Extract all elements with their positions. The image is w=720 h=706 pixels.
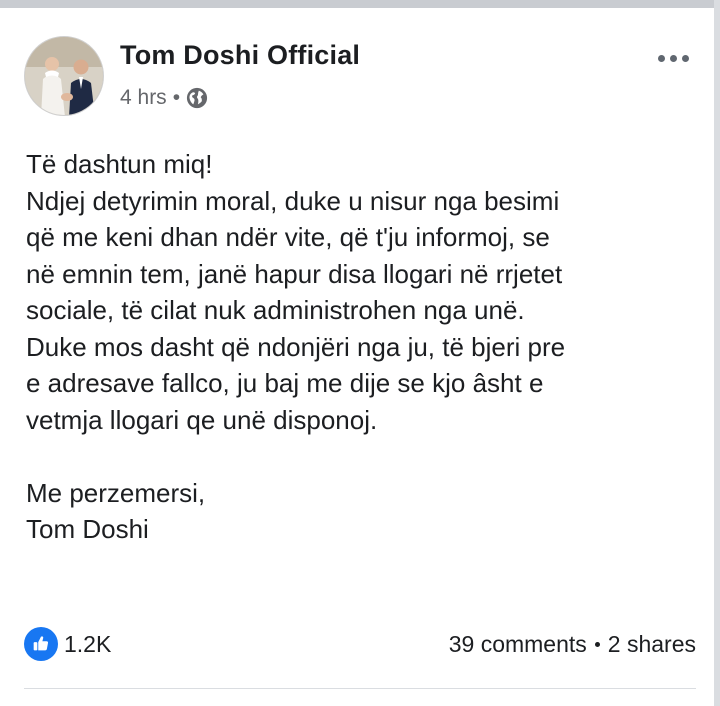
more-horizontal-icon (657, 54, 665, 62)
post-text: Të dashtun miq! Ndjej detyrimin moral, d… (26, 146, 696, 548)
top-strip (0, 0, 720, 8)
post-line: e adresave fallco, ju baj me dije se kjo… (26, 368, 544, 398)
comments-link[interactable]: 39 comments (449, 631, 587, 658)
post-line: që me keni dhan ndër vite, që t'ju infor… (26, 222, 550, 252)
signature-line: Tom Doshi (26, 514, 149, 544)
avatar-photo (25, 37, 103, 115)
meta-separator: • (172, 86, 181, 109)
more-horizontal-icon (681, 54, 689, 62)
separator-dot (594, 642, 600, 647)
author-name[interactable]: Tom Doshi Official (120, 40, 360, 71)
screen-edge (714, 0, 720, 706)
engagement-summary: 39 comments 2 shares (449, 631, 696, 658)
post-time[interactable]: 4 hrs (120, 86, 167, 110)
post-line: sociale, të cilat nuk administrohen nga … (26, 295, 525, 325)
globe-icon[interactable] (186, 87, 208, 109)
post-line: në emnin tem, janë hapur disa llogari në… (26, 258, 563, 289)
post-header: Tom Doshi Official 4 hrs • (24, 36, 694, 126)
reactions-bar: 1.2K 39 comments 2 shares (24, 624, 696, 664)
avatar[interactable] (24, 36, 104, 116)
divider (24, 688, 696, 689)
closing-line: Me perzemersi, (26, 477, 206, 508)
post-line: vetmja llogari qe unë disponoj. (26, 404, 378, 435)
reaction-count[interactable]: 1.2K (64, 631, 111, 658)
post-line: Të dashtun miq! (26, 149, 213, 179)
post-meta: 4 hrs • (120, 86, 208, 110)
thumbs-up-icon (33, 636, 49, 651)
post-line: Duke mos dasht që ndonjëri nga ju, të bj… (26, 331, 566, 362)
like-icon[interactable] (24, 627, 58, 661)
more-options-button[interactable] (652, 46, 694, 70)
post-line: Ndjej detyrimin moral, duke u nisur nga … (26, 185, 560, 216)
more-horizontal-icon (669, 54, 677, 62)
shares-link[interactable]: 2 shares (608, 631, 696, 658)
